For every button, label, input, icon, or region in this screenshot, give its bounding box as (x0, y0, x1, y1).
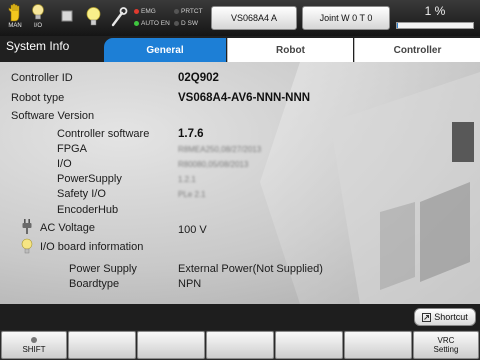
controller-software-label: Controller software (57, 128, 150, 140)
encoder-hub-label: EncoderHub (57, 204, 119, 216)
auto-en-label: AUTO EN (141, 20, 170, 27)
dsw-indicator: D SW (174, 20, 198, 27)
vrc-label-line2: Setting (433, 345, 459, 354)
tab-robot[interactable]: Robot (227, 38, 353, 62)
prtct-label: PRTCT (181, 8, 203, 15)
softkey-f5[interactable] (275, 331, 343, 359)
shortcut-button[interactable]: Shortcut (414, 308, 476, 326)
board-power-supply-label: Power Supply (69, 263, 137, 275)
safety-io-label: Safety I/O (57, 188, 106, 200)
robot-type-label: Robot type (11, 92, 65, 104)
ac-voltage-label: AC Voltage (40, 222, 96, 234)
shift-label: SHIFT (22, 344, 46, 354)
fpga-value: R8MEA250,08/27/2013 (178, 145, 262, 154)
io-caption: I/O (33, 23, 42, 29)
lightbulb-icon[interactable] (82, 6, 104, 36)
safety-io-value: PLe 2.1 (178, 190, 206, 199)
shortcut-icon (422, 312, 432, 322)
emg-dot (134, 9, 139, 14)
emg-indicator: EMG (134, 8, 156, 15)
page-title: System Info (6, 39, 70, 53)
board-power-supply-value: External Power(Not Supplied) (178, 263, 323, 275)
softkey-f2[interactable] (68, 331, 136, 359)
prtct-dot (174, 9, 179, 14)
robot-select-button[interactable]: VS068A4 A (211, 6, 297, 30)
shift-indicator (31, 336, 37, 343)
auto-en-indicator: AUTO EN (134, 20, 170, 27)
wrench-icon[interactable] (108, 6, 130, 36)
general-panel: Controller ID 02Q902 Robot type VS068A4-… (0, 62, 480, 304)
softkey-f6[interactable] (344, 331, 412, 359)
software-version-label: Software Version (11, 110, 95, 122)
tab-general[interactable]: General (104, 38, 226, 62)
speed-progress-fill (397, 23, 398, 28)
auto-en-dot (134, 21, 139, 26)
controller-software-value: 1.7.6 (178, 128, 204, 140)
shift-button[interactable]: SHIFT (1, 331, 67, 359)
speed-progress-bar[interactable] (396, 22, 474, 29)
boardtype-value: NPN (178, 278, 202, 290)
lightbulb-icon (21, 238, 33, 254)
shortcut-strip (0, 304, 480, 330)
io-value: R80080,05/08/2013 (178, 160, 249, 169)
io-board-info-label: I/O board information (40, 241, 144, 253)
io-label: I/O (57, 158, 72, 170)
lightbulb-icon[interactable]: I/O (27, 3, 49, 33)
speed-percent: 1 % (424, 4, 446, 18)
shortcut-label: Shortcut (434, 312, 468, 322)
ac-voltage-value: 100 V (178, 224, 207, 236)
dsw-dot (174, 21, 179, 26)
power-supply-value: 1.2.1 (178, 175, 196, 184)
prtct-indicator: PRTCT (174, 8, 203, 15)
controller-id-value: 02Q902 (178, 72, 219, 84)
boardtype-label: Boardtype (69, 278, 120, 290)
softkey-f4[interactable] (206, 331, 274, 359)
robot-type-value: VS068A4-AV6-NNN-NNN (178, 92, 311, 104)
joint-mode-button[interactable]: Joint W 0 T 0 (302, 6, 390, 30)
mode-caption: MAN (8, 23, 22, 29)
tab-controller[interactable]: Controller (354, 38, 480, 62)
controller-id-label: Controller ID (11, 72, 73, 84)
dsw-label: D SW (181, 20, 198, 27)
plug-icon (22, 219, 32, 234)
vrc-label-line1: VRC (437, 336, 455, 345)
fpga-label: FPGA (57, 143, 87, 155)
vrc-setting-button[interactable]: VRC Setting (413, 331, 479, 359)
power-supply-label: PowerSupply (57, 173, 122, 185)
softkey-f3[interactable] (137, 331, 205, 359)
hand-icon[interactable]: MAN (4, 3, 26, 33)
emg-label: EMG (141, 8, 156, 15)
